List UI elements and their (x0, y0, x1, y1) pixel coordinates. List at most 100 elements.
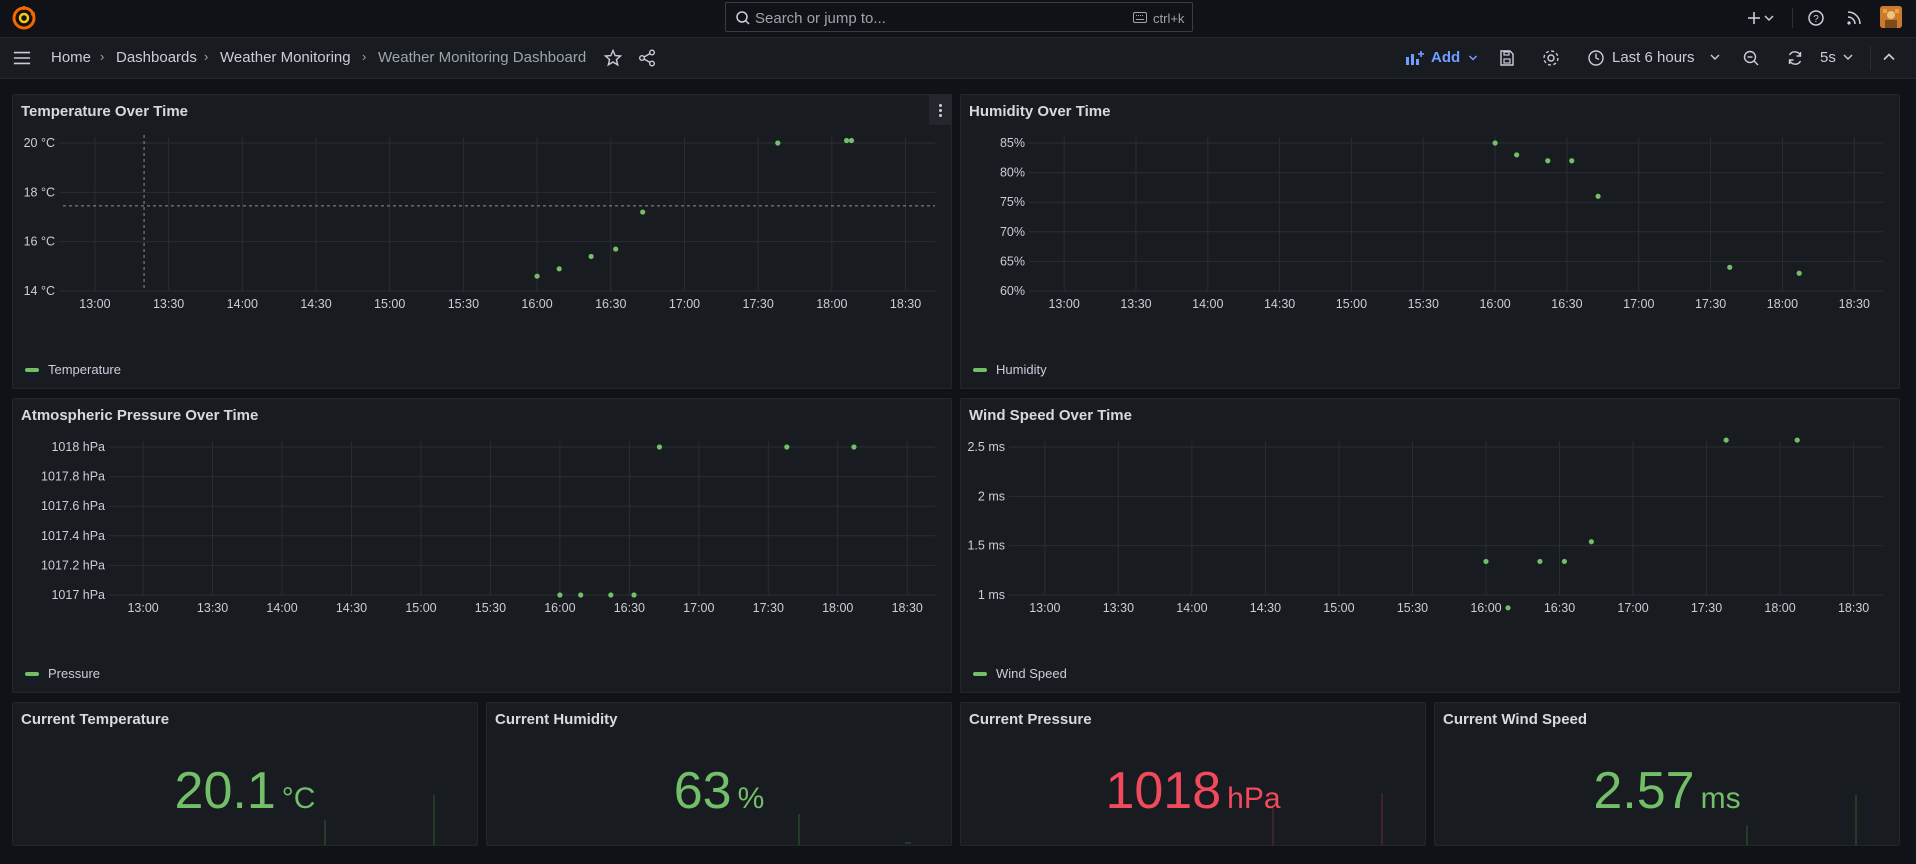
y-tick-label: 1017.2 hPa (41, 558, 105, 572)
refresh-icon[interactable] (1786, 49, 1804, 67)
stat-value: 2.57 ms (1435, 761, 1899, 821)
save-icon[interactable] (1498, 49, 1516, 67)
panel-humidity[interactable]: Humidity Over Time 13:00 13:30 14:00 14:30 1… (960, 94, 1900, 389)
keyboard-icon (1133, 12, 1147, 23)
search-bar[interactable]: Search or jump to... ctrl+k (725, 2, 1193, 32)
user-avatar[interactable] (1880, 6, 1902, 28)
legend-label: Temperature (48, 362, 121, 377)
x-tick-label: 17:00 (683, 601, 714, 615)
data-point (1794, 437, 1800, 443)
y-tick-label: 2.5 ms (967, 440, 1005, 454)
y-tick-label: 65% (1000, 254, 1025, 268)
x-tick-label: 16:00 (521, 297, 552, 311)
data-point (843, 137, 850, 144)
y-tick-label: 80% (1000, 166, 1025, 180)
breadcrumb-home[interactable]: Home (51, 49, 91, 66)
data-point (1545, 158, 1551, 164)
help-icon[interactable]: ? (1807, 9, 1825, 27)
data-point (656, 444, 663, 450)
x-tick-label: 15:30 (475, 601, 506, 615)
wind-speed-chart[interactable]: 13:00 13:30 14:00 14:30 15:00 15:30 16:00 16:30… (961, 399, 1899, 649)
breadcrumb-folder[interactable]: Weather Monitoring (220, 49, 351, 66)
legend-label: Wind Speed (996, 666, 1067, 681)
x-tick-label: 13:30 (1103, 601, 1134, 615)
news-rss-icon[interactable] (1845, 9, 1863, 27)
x-tick-label: 16:30 (614, 601, 645, 615)
data-point (557, 592, 563, 598)
x-tick-label: 13:30 (153, 297, 184, 311)
stat-panel-wind-speed[interactable]: Current Wind Speed 2.57 ms (1434, 702, 1900, 846)
chevron-down-icon (1468, 55, 1478, 61)
panel-wind-speed[interactable]: Wind Speed Over Time 13:00 13:30 14:00 14:3… (960, 398, 1900, 693)
svg-text:?: ? (1813, 14, 1819, 25)
stat-panel-humidity[interactable]: Current Humidity 63% (486, 702, 952, 846)
chart-grid (59, 137, 935, 292)
y-tick-label: 60% (1000, 284, 1025, 298)
y-tick-label: 20 °C (24, 136, 55, 150)
grafana-logo-icon[interactable] (12, 6, 36, 30)
pressure-chart[interactable]: 13:00 13:30 14:00 14:30 15:00 15:30 16:00 16:30… (13, 399, 951, 649)
avatar-image-icon (1880, 6, 1902, 28)
x-tick-label: 13:00 (1048, 297, 1079, 311)
chevron-down-icon (1843, 54, 1853, 60)
star-icon[interactable] (604, 49, 622, 67)
y-tick-label: 1017.4 hPa (41, 529, 105, 543)
temperature-chart[interactable]: 13:00 13:30 14:00 14:30 15:00 15:30 16:00 16:30… (13, 95, 951, 345)
stat-panel-temperature[interactable]: Current Temperature 20.1 °C (12, 702, 478, 846)
x-tick-label: 18:00 (822, 601, 853, 615)
x-tick-label: 16:30 (595, 297, 626, 311)
y-tick-label: 16 °C (24, 235, 55, 249)
x-tick-label: 14:30 (1250, 601, 1281, 615)
x-tick-label: 13:30 (1120, 297, 1151, 311)
legend-swatch (973, 672, 987, 676)
y-tick-label: 1017.6 hPa (41, 499, 105, 513)
data-point (1588, 539, 1594, 545)
menu-hamburger-icon[interactable] (13, 49, 31, 67)
x-tick-label: 16:00 (1470, 601, 1501, 615)
share-icon[interactable] (638, 49, 656, 67)
add-button-label: Add (1431, 49, 1461, 66)
x-tick-label: 14:00 (227, 297, 258, 311)
x-tick-label: 16:30 (1551, 297, 1582, 311)
x-tick-label: 15:00 (1336, 297, 1367, 311)
y-tick-label: 1017.8 hPa (41, 470, 105, 484)
panel-pressure[interactable]: Atmospheric Pressure Over Time 13:00 13:3… (12, 398, 952, 693)
data-point (534, 273, 540, 279)
x-tick-label: 17:30 (1691, 601, 1722, 615)
breadcrumb-dashboards[interactable]: Dashboards (116, 49, 197, 66)
data-point (1483, 558, 1489, 565)
y-tick-label: 85% (1000, 136, 1025, 150)
stat-panel-pressure[interactable]: Current Pressure 1018 hPa (960, 702, 1426, 846)
breadcrumb-current: Weather Monitoring Dashboard (378, 49, 587, 66)
data-point (640, 209, 646, 215)
x-tick-label: 13:00 (127, 601, 158, 615)
zoom-out-icon[interactable] (1742, 49, 1760, 67)
x-tick-label: 15:00 (405, 601, 436, 615)
x-tick-label: 16:30 (1544, 601, 1575, 615)
chevron-down-icon[interactable] (1763, 9, 1775, 27)
chevron-up-icon[interactable] (1882, 50, 1896, 64)
plus-icon[interactable] (1745, 9, 1763, 27)
legend-label: Humidity (996, 362, 1047, 377)
chart-grid (1029, 137, 1883, 292)
x-tick-label: 18:30 (1839, 297, 1870, 311)
panel-temperature[interactable]: Temperature Over Time 13:00 13:30 14:00 14:… (12, 94, 952, 389)
x-tick-label: 17:00 (1617, 601, 1648, 615)
stat-unit: hPa (1227, 782, 1281, 815)
data-point (1569, 158, 1575, 164)
settings-gear-icon[interactable] (1542, 49, 1560, 67)
legend-label: Pressure (48, 666, 101, 681)
divider (1792, 8, 1793, 28)
data-point (588, 253, 594, 260)
chevron-down-icon (1710, 54, 1720, 60)
data-point (1505, 605, 1511, 611)
x-tick-label: 14:00 (266, 601, 297, 615)
breadcrumb-separator-icon: › (100, 49, 105, 64)
y-tick-label: 75% (1000, 195, 1025, 209)
data-point (775, 140, 781, 146)
data-point (848, 137, 855, 144)
humidity-chart[interactable]: 13:00 13:30 14:00 14:30 15:00 15:30 16:00 16:30… (961, 95, 1899, 345)
stat-value: 1018 hPa (961, 761, 1425, 821)
legend-swatch (973, 368, 987, 372)
data-point (613, 246, 619, 252)
